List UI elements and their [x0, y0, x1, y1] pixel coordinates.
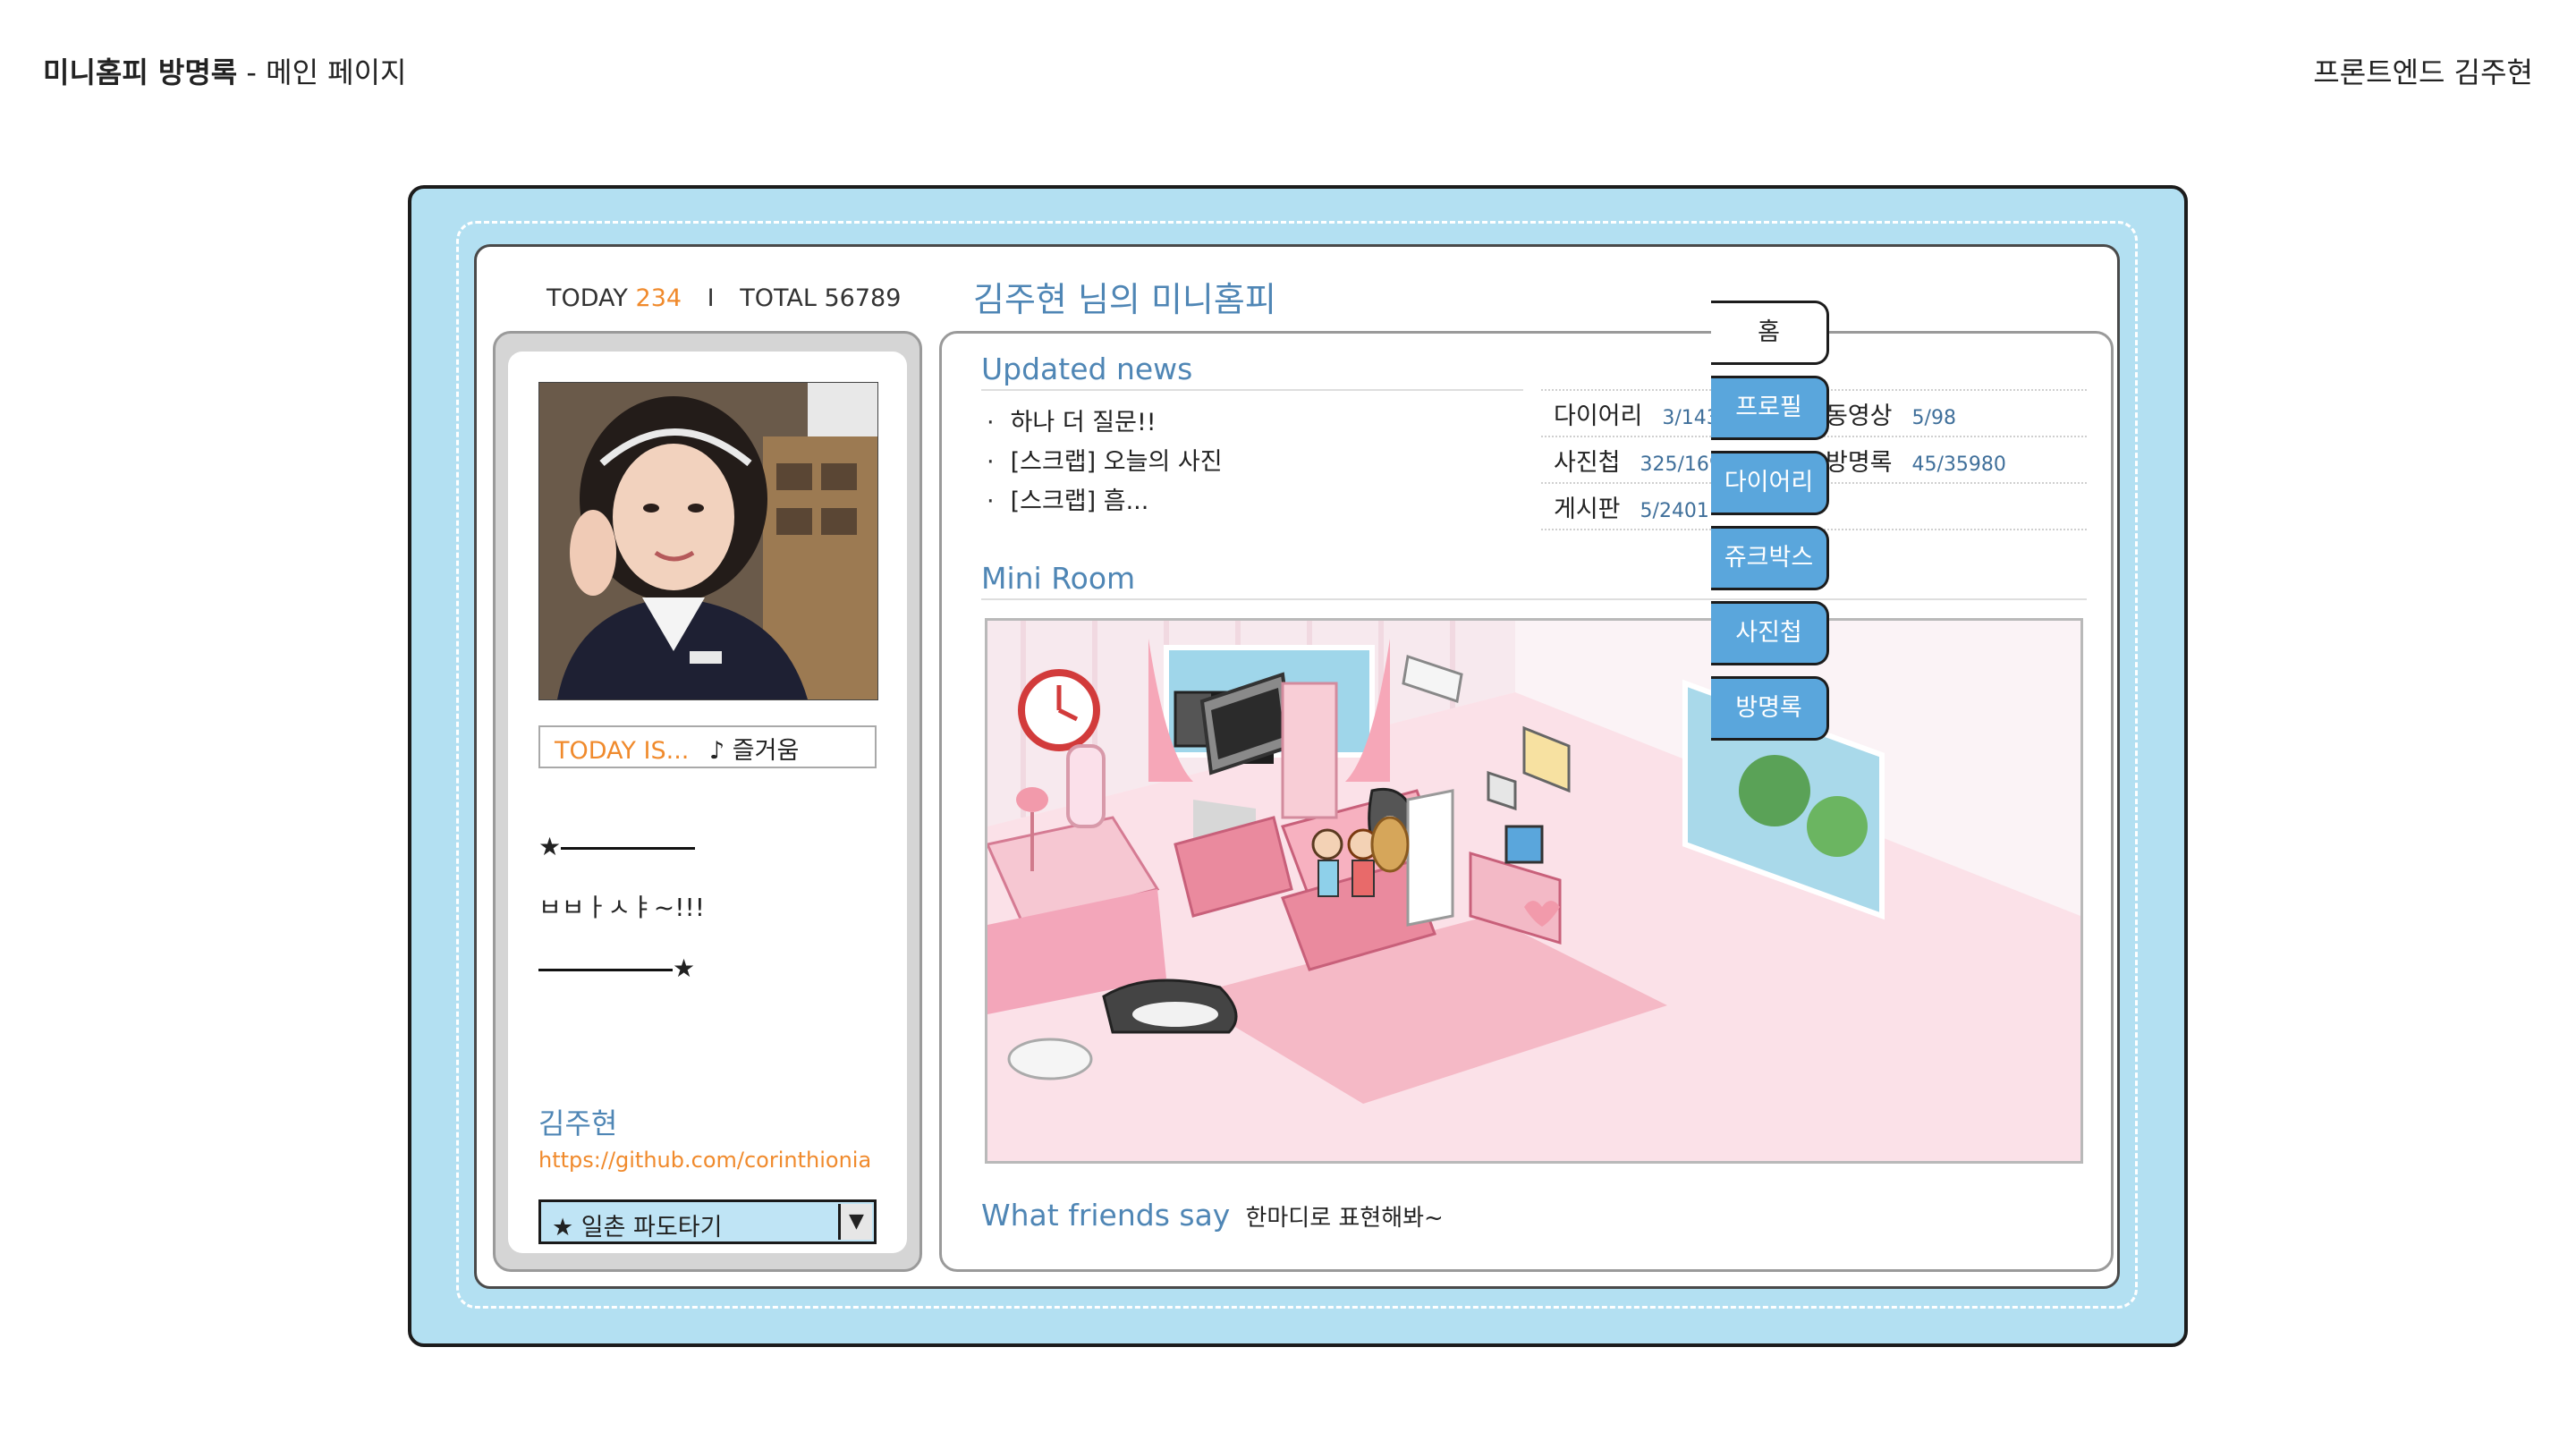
stat-photo[interactable]: 사진첩 325/1694: [1554, 443, 1734, 478]
profile-card: TODAY IS... ♪ 즐거움 ★ ㅂㅂㅏㅅㅑ~!!! ★ 김주현 http…: [508, 352, 907, 1253]
divider-line: [981, 389, 1523, 391]
stat-board[interactable]: 게시판 5/2401: [1554, 489, 1709, 524]
friends-say: What friends say 한마디로 표현해봐~: [981, 1198, 1444, 1233]
today-is-box: TODAY IS... ♪ 즐거움: [538, 725, 877, 768]
divider-line: [538, 968, 673, 971]
news-item[interactable]: · [스크랩] 오늘의 사진: [987, 443, 1223, 482]
page-title-bold: 미니홈피 방명록: [43, 55, 238, 89]
intro-text: ㅂㅂㅏㅅㅑ~!!!: [538, 893, 705, 922]
divider-line: [981, 598, 2087, 600]
bullet-icon: ·: [987, 409, 995, 436]
news-item-text: [스크랩] 오늘의 사진: [1010, 448, 1223, 476]
mini-room-image[interactable]: [985, 618, 2083, 1164]
star-icon: ★: [538, 832, 562, 861]
mini-room-title: Mini Room: [981, 561, 1136, 596]
bullet-icon: ·: [987, 487, 995, 515]
stat-label: 방명록: [1826, 449, 1893, 477]
stat-guestbook[interactable]: 방명록 45/35980: [1826, 443, 2006, 478]
page-title: 미니홈피 방명록 - 메인 페이지: [43, 50, 407, 91]
stat-diary[interactable]: 다이어리 3/143: [1554, 396, 1719, 431]
total-label: TOTAL: [740, 284, 817, 312]
friends-say-subtitle: 한마디로 표현해봐~: [1245, 1205, 1444, 1232]
stat-label: 게시판: [1554, 496, 1621, 523]
intro-line-top: ★: [538, 832, 696, 861]
wave-selected-option: ★ 일촌 파도타기: [552, 1214, 723, 1241]
intro-line-bottom: ★: [538, 956, 695, 981]
content-panel: Updated news · 하나 더 질문!! · [스크랩] 오늘의 사진 · […: [939, 331, 2114, 1272]
updated-news-list: · 하나 더 질문!! · [스크랩] 오늘의 사진 · [스크랩] 흠...: [987, 403, 1223, 521]
mini-room-illustration: [987, 621, 2080, 1161]
minihompy-frame: TODAY 234 I TOTAL 56789 김주현 님의 미니홈피 TODA…: [408, 185, 2188, 1347]
stat-count: 45/35980: [1911, 453, 2006, 476]
star-icon: ★: [673, 953, 696, 983]
owner-github-link[interactable]: https://github.com/corinthionia: [538, 1148, 871, 1173]
minihompy-page: TODAY 234 I TOTAL 56789 김주현 님의 미니홈피 TODA…: [474, 244, 2120, 1289]
news-item[interactable]: · 하나 더 질문!!: [987, 403, 1223, 443]
tab-photo-album[interactable]: 사진첩: [1711, 601, 1829, 665]
stat-label: 동영상: [1826, 402, 1893, 430]
tab-profile[interactable]: 프로필: [1711, 376, 1829, 440]
counter-separator: I: [707, 284, 715, 312]
owner-name: 김주현: [538, 1106, 618, 1140]
friends-say-title: What friends say: [981, 1198, 1231, 1233]
home-title: 김주현 님의 미니홈피: [973, 280, 1276, 319]
total-count: 56789: [824, 284, 902, 312]
stat-label: 사진첩: [1554, 449, 1621, 477]
ilchon-wave-select[interactable]: ★ 일촌 파도타기 ▼: [538, 1199, 877, 1244]
page-title-rest: - 메인 페이지: [246, 55, 407, 89]
tab-jukebox[interactable]: 쥬크박스: [1711, 526, 1829, 590]
profile-photo[interactable]: [538, 382, 878, 700]
news-item-text: [스크랩] 흠...: [1010, 487, 1149, 515]
chevron-down-icon[interactable]: ▼: [838, 1204, 872, 1240]
tab-diary[interactable]: 다이어리: [1711, 451, 1829, 515]
stat-count: 5/2401: [1640, 500, 1709, 522]
page-author: 프론트엔드 김주현: [2313, 55, 2533, 89]
visitor-counter: TODAY 234 I TOTAL 56789: [547, 284, 901, 312]
profile-panel: TODAY IS... ♪ 즐거움 ★ ㅂㅂㅏㅅㅑ~!!! ★ 김주현 http…: [493, 331, 922, 1272]
stat-count: 5/98: [1911, 407, 1956, 429]
mood-text: ♪ 즐거움: [708, 737, 800, 765]
news-item-text: 하나 더 질문!!: [1010, 409, 1157, 436]
tab-home[interactable]: 홈: [1711, 301, 1829, 365]
stat-label: 다이어리: [1554, 402, 1643, 430]
stat-video[interactable]: 동영상 5/98: [1826, 396, 1956, 431]
divider-line: [561, 846, 696, 850]
updated-news-title: Updated news: [981, 352, 1193, 386]
news-item[interactable]: · [스크랩] 흠...: [987, 482, 1223, 521]
tab-guestbook[interactable]: 방명록: [1711, 676, 1829, 741]
today-is-label: TODAY IS...: [555, 737, 690, 765]
today-label: TODAY: [547, 284, 628, 312]
today-count: 234: [635, 284, 682, 312]
bullet-icon: ·: [987, 448, 995, 476]
profile-photo-image: [539, 383, 877, 699]
